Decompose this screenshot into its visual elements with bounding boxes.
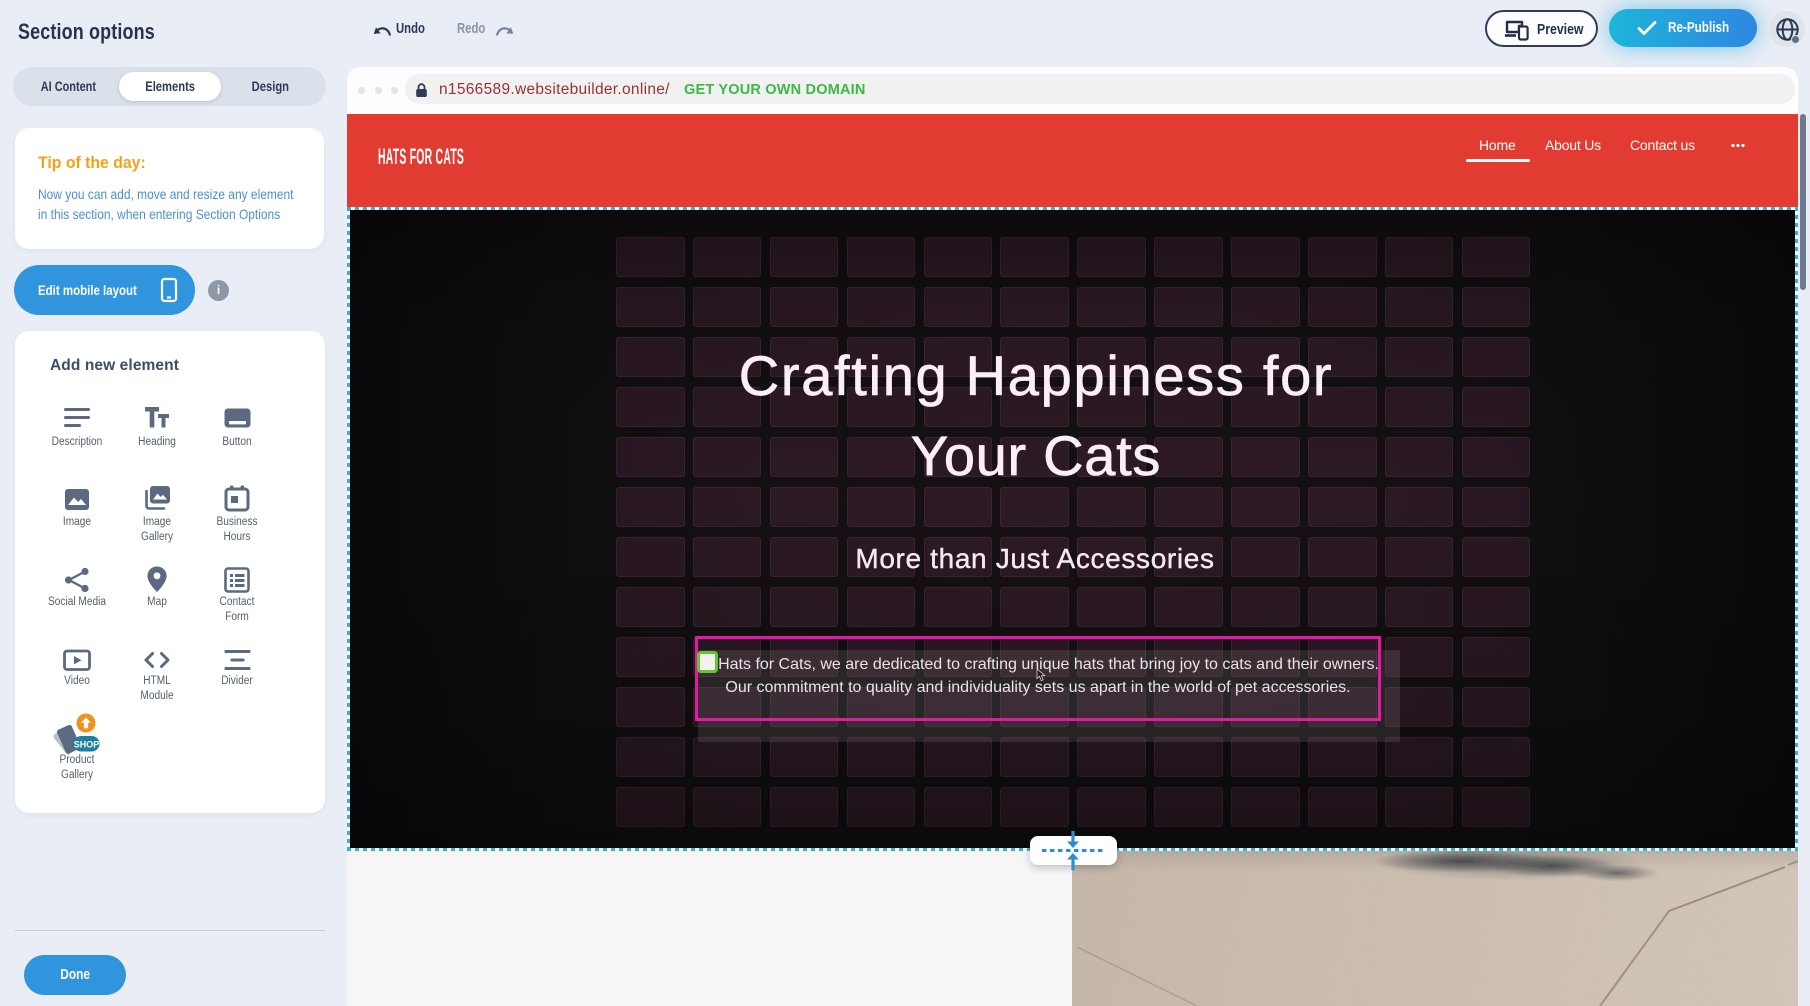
svg-text:SHOP: SHOP [74,740,100,750]
